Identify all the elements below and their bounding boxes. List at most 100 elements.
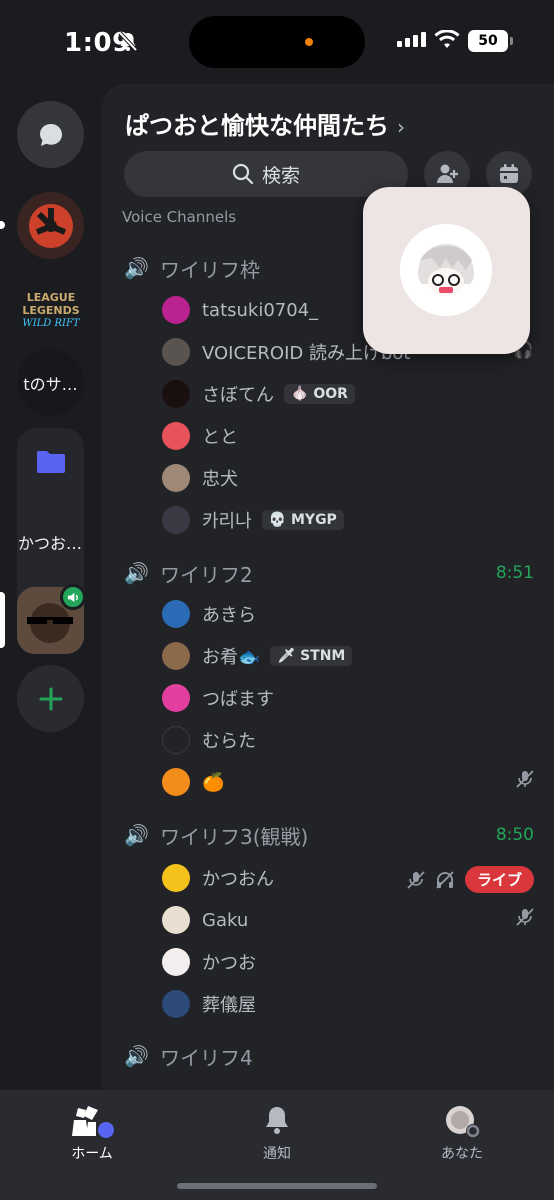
avatar <box>162 464 190 492</box>
voice-channel[interactable]: 🔊 ワイリフ2 8:51 <box>124 558 534 588</box>
muted-mic-icon <box>516 770 534 788</box>
voice-channel[interactable]: 🔊 ワイリフ3(観戦) 8:50 <box>124 820 534 850</box>
voice-user[interactable]: 葬儀屋 <box>162 986 534 1022</box>
avatar <box>162 506 190 534</box>
user-name: かつおん <box>202 869 274 890</box>
user-name: 忠犬 <box>202 469 238 490</box>
avatar <box>162 864 190 892</box>
user-name: 🍊 <box>202 771 225 793</box>
tag-label: STNM <box>300 648 346 664</box>
add-server-button[interactable] <box>17 665 84 732</box>
home-icon <box>32 1104 152 1138</box>
add-person-icon <box>437 164 458 183</box>
voice-user[interactable]: 🍊 <box>162 764 534 800</box>
mic-indicator-dot <box>305 38 313 46</box>
speaker-active-icon: 🔊 <box>124 561 149 585</box>
tab-notifications[interactable]: 通知 <box>217 1104 337 1163</box>
tab-home-label: ホーム <box>71 1146 113 1162</box>
user-name: 카리나 <box>202 511 252 532</box>
server-rust[interactable] <box>17 192 84 259</box>
avatar <box>162 296 190 324</box>
anime-avatar-image <box>418 244 474 296</box>
voice-user[interactable]: さぼてん 🧄 OOR <box>162 376 534 412</box>
voice-user[interactable]: お肴🐟 🗡 STNM <box>162 638 534 674</box>
search-label: 検索 <box>261 164 300 187</box>
svg-text:LEAGUE: LEAGUE <box>26 291 75 304</box>
tab-home[interactable]: ホーム <box>32 1104 152 1163</box>
avatar <box>162 948 190 976</box>
tag-label: MYGP <box>291 512 337 528</box>
svg-text:WILD RIFT: WILD RIFT <box>22 318 80 329</box>
status-bar: 1:09 50 <box>0 0 554 84</box>
avatar <box>162 422 190 450</box>
voice-user[interactable]: Gaku <box>162 902 534 938</box>
server-league-wild-rift[interactable]: LEAGUE LEGENDS WILD RIFT <box>17 274 84 341</box>
floating-voice-card[interactable] <box>363 187 530 354</box>
guild-name: ぱつおと愉快な仲間たち <box>125 112 389 140</box>
calendar-icon <box>500 164 518 183</box>
direct-messages-button[interactable] <box>17 101 84 168</box>
user-name: あきら <box>202 605 256 626</box>
chevron-right-icon: › <box>397 115 405 139</box>
channel-duration: 8:50 <box>495 825 534 845</box>
guild-tag: 🧄 OOR <box>284 384 355 404</box>
section-header-voice-channels[interactable]: Voice Channels <box>122 208 236 226</box>
muted-mic-icon <box>516 908 534 926</box>
avatar <box>162 642 190 670</box>
channel-name: ワイリフ3(観戦) <box>160 824 309 849</box>
cellular-signal-icon <box>397 32 426 47</box>
search-icon <box>232 163 254 185</box>
avatar <box>162 338 190 366</box>
search-button[interactable]: 検索 <box>124 151 408 197</box>
folder-server-label[interactable]: かつお… <box>0 530 100 554</box>
tag-icon: 🧄 <box>291 386 309 402</box>
folder-toggle-button[interactable] <box>17 428 84 495</box>
home-indicator <box>177 1183 377 1189</box>
user-name: さぼてん <box>202 385 274 406</box>
tag-icon: 💀 <box>268 512 287 528</box>
plus-icon <box>39 687 62 710</box>
chat-bubble-icon <box>39 123 62 146</box>
speaker-icon: 🔊 <box>124 1044 149 1068</box>
unread-indicator <box>0 221 5 229</box>
profile-avatar <box>402 1104 522 1138</box>
guild-header[interactable]: ぱつおと愉快な仲間たち › <box>125 106 405 141</box>
avatar <box>162 600 190 628</box>
speaker-active-icon: 🔊 <box>124 256 149 280</box>
tab-you[interactable]: あなた <box>402 1104 522 1163</box>
live-badge[interactable]: ライブ <box>464 866 534 893</box>
user-name: つばます <box>202 689 274 710</box>
channel-name: ワイリフ2 <box>160 562 253 587</box>
voice-channel[interactable]: 🔊 ワイリフ4 <box>124 1041 534 1071</box>
user-name: Gaku <box>202 909 249 931</box>
voice-user[interactable]: かつおん ライブ <box>162 860 534 896</box>
speaker-icon <box>67 592 78 602</box>
voice-user[interactable]: つばます <box>162 680 534 716</box>
channel-name: ワイリフ4 <box>160 1045 253 1070</box>
user-name: とと <box>202 427 238 448</box>
tab-you-label: あなた <box>441 1146 483 1162</box>
tab-notifications-label: 通知 <box>263 1146 291 1162</box>
channel-duration: 8:51 <box>495 563 534 583</box>
battery-cap <box>510 37 513 45</box>
voice-user[interactable]: 忠犬 <box>162 460 534 496</box>
voice-user[interactable]: むらた <box>162 722 534 758</box>
server-tnosa-label: tのサ… <box>23 374 78 394</box>
tag-label: OOR <box>313 386 348 402</box>
avatar <box>162 684 190 712</box>
voice-user[interactable]: 카리나 💀 MYGP <box>162 502 534 538</box>
battery-level: 50 <box>468 30 508 52</box>
avatar <box>162 990 190 1018</box>
user-name: かつお <box>202 953 256 974</box>
deafened-icon <box>436 870 454 889</box>
user-name: 葬儀屋 <box>202 995 256 1016</box>
guild-tag: 🗡 STNM <box>270 646 353 666</box>
dynamic-island <box>189 16 365 68</box>
voice-user[interactable]: とと <box>162 418 534 454</box>
voice-user[interactable]: かつお <box>162 944 534 980</box>
guild-tag: 💀 MYGP <box>261 510 344 530</box>
status-icons: ライブ <box>407 866 534 893</box>
server-tnosa[interactable]: tのサ… <box>17 349 84 416</box>
floating-avatar <box>400 224 492 316</box>
voice-user[interactable]: あきら <box>162 596 534 632</box>
